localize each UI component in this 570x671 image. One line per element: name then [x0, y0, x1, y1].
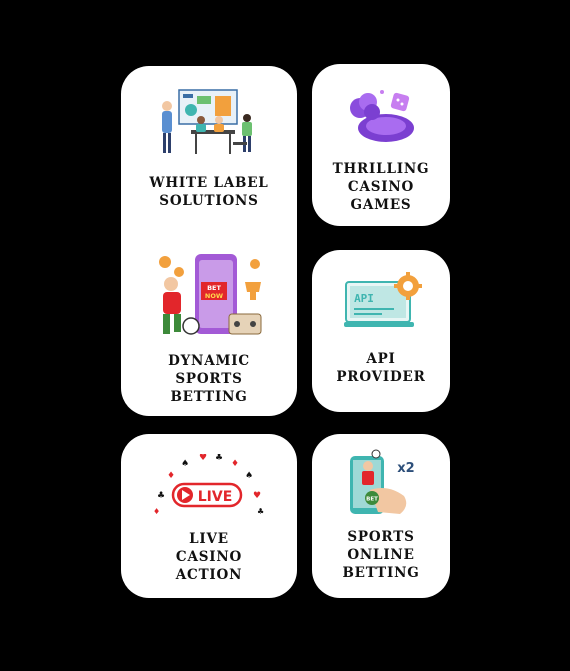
dynamic-sports-betting-label: DYNAMIC SPORTS BETTING — [168, 353, 250, 405]
live-casino-action-label: LIVE CASINO ACTION — [175, 531, 243, 583]
svg-text:♦: ♦ — [231, 459, 239, 469]
svg-text:♥: ♥ — [253, 491, 261, 501]
live-stream-icon: ♣ ♦ ♠ ♥ ♣ ♦ ♠ ♥ ♦ ♣ LIVE — [153, 454, 264, 516]
svg-text:♣: ♣ — [157, 491, 165, 501]
multiplier-text: x2 — [397, 461, 414, 476]
api-screen-text: API — [354, 292, 374, 305]
svg-text:♥: ♥ — [199, 454, 207, 463]
svg-text:♣: ♣ — [257, 507, 264, 516]
white-label-solutions-label: WHITE LABEL SOLUTIONS — [149, 175, 269, 209]
mobile-sports-bet-icon: BET x2 — [350, 449, 415, 514]
api-provider-label: API PROVIDER — [336, 351, 426, 385]
sports-online-betting-label: SPORTS ONLINE BETTING — [342, 529, 420, 581]
bet-chip-text: BET — [366, 497, 378, 503]
casino-chips-icon — [350, 90, 414, 142]
bet-badge-line1: BET — [207, 284, 221, 292]
svg-text:♣: ♣ — [215, 454, 223, 463]
thrilling-casino-games-label: THRILLING CASINO GAMES — [332, 161, 430, 213]
svg-text:♠: ♠ — [245, 471, 253, 481]
card-live-casino-action[interactable]: ♣ ♦ ♠ ♥ ♣ ♦ ♠ ♥ ♦ ♣ LIVE LIVE CASINO ACT… — [121, 434, 297, 598]
team-presentation-icon — [162, 89, 252, 154]
svg-text:♠: ♠ — [181, 459, 189, 469]
sports-betting-phone-icon: BET NOW — [159, 254, 262, 335]
live-badge-text: LIVE — [198, 489, 233, 505]
svg-text:♦: ♦ — [167, 471, 175, 481]
card-white-label-dynamic-sports[interactable]: WHITE LABEL SOLUTIONS BET NOW DYNAMIC SP… — [121, 66, 297, 416]
api-monitor-icon: API — [344, 272, 422, 327]
bet-badge-line2: NOW — [205, 292, 223, 300]
card-api-provider[interactable]: API API PROVIDER — [312, 250, 450, 412]
svg-text:♦: ♦ — [153, 507, 160, 516]
card-thrilling-casino-games[interactable]: THRILLING CASINO GAMES — [312, 64, 450, 226]
card-sports-online-betting[interactable]: BET x2 SPORTS ONLINE BETTING — [312, 434, 450, 598]
